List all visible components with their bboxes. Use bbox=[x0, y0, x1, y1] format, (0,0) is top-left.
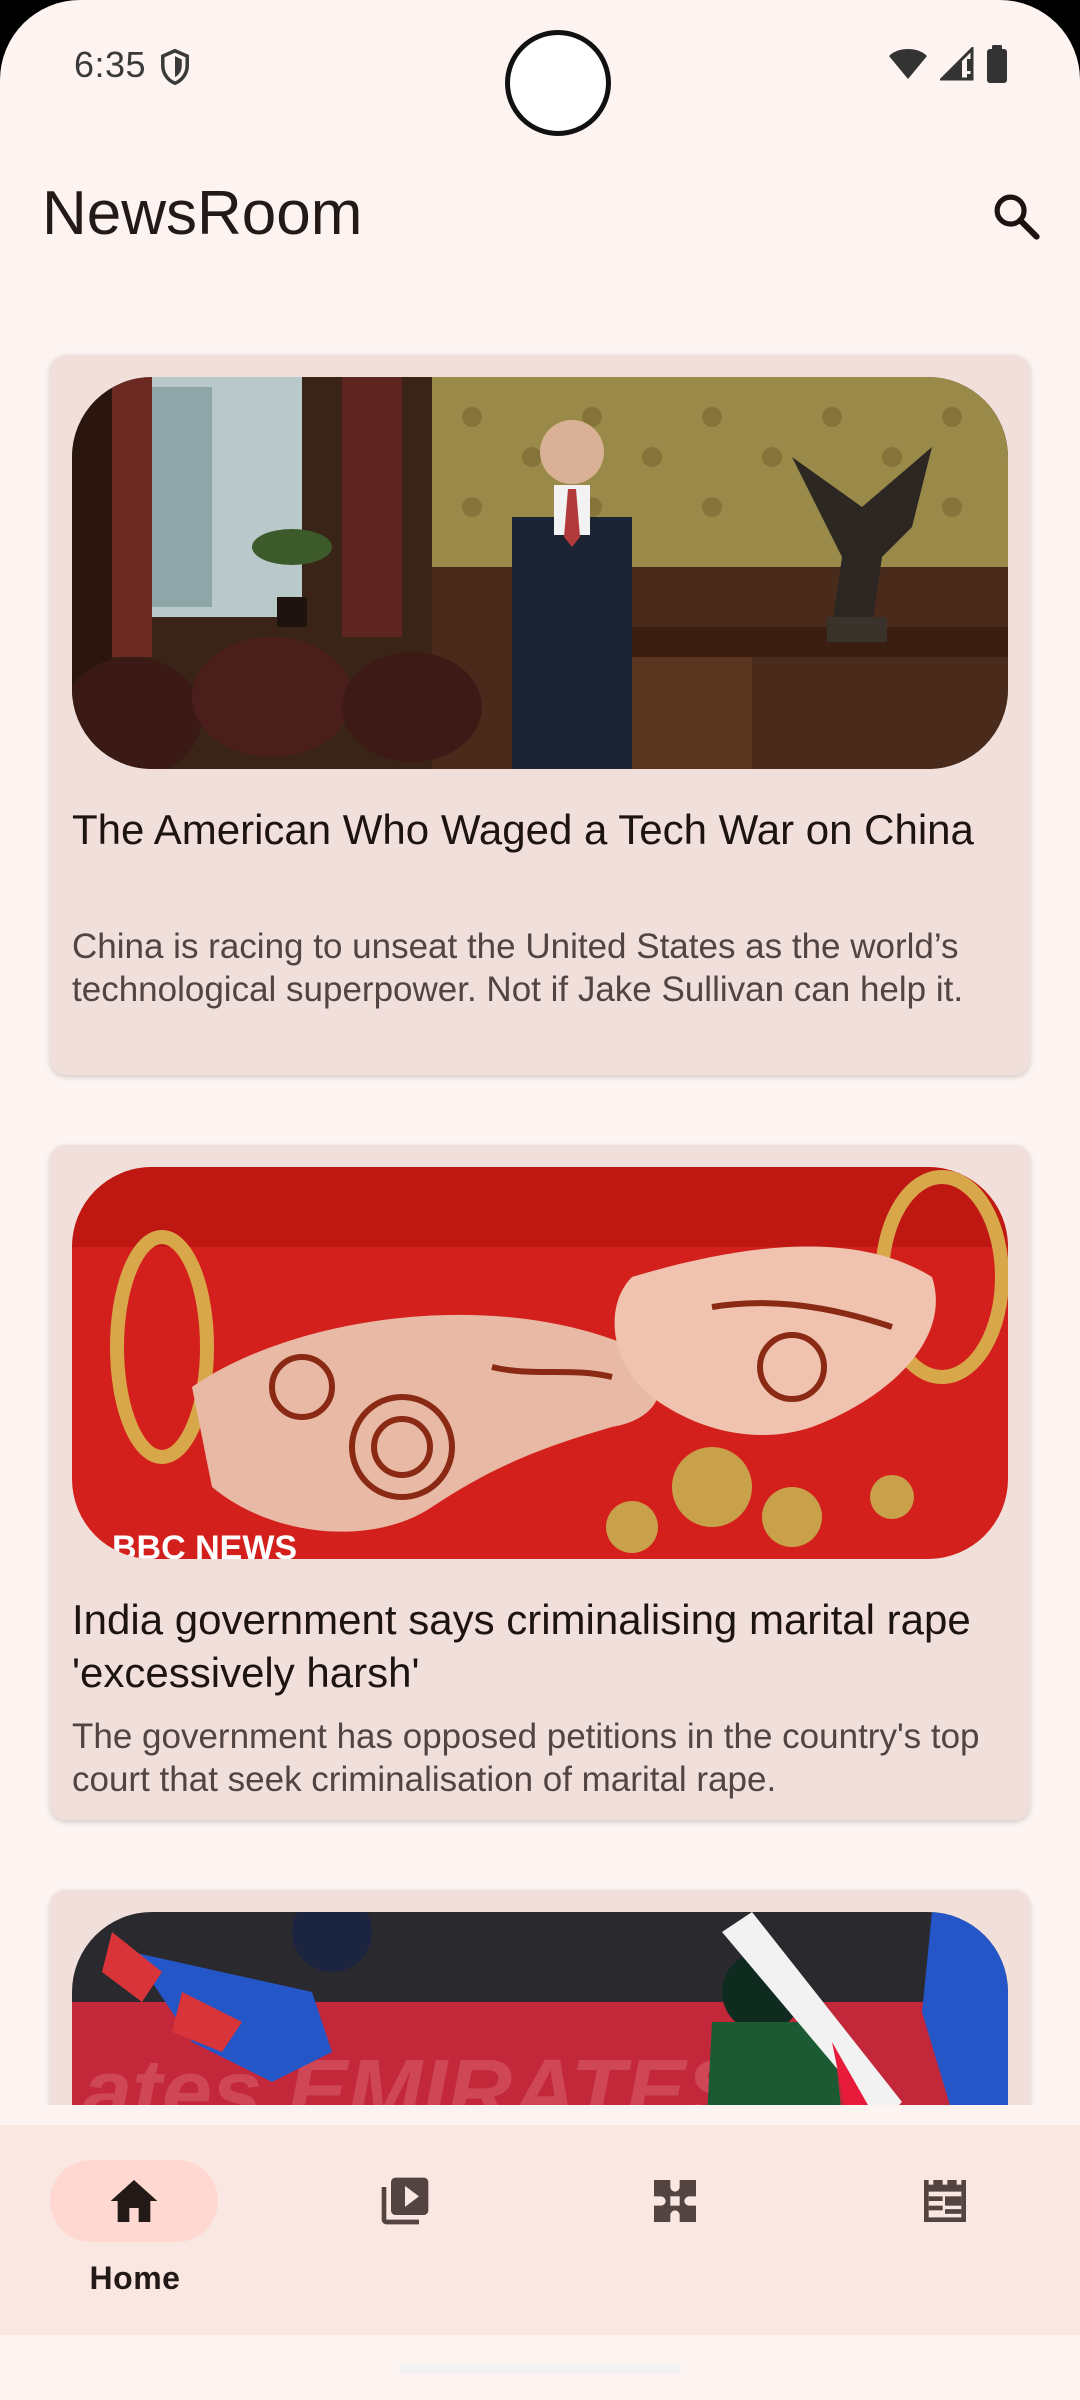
nav-home[interactable]: Home bbox=[0, 2125, 270, 2335]
gesture-handle[interactable] bbox=[398, 2364, 682, 2374]
article-card[interactable]: BBC NEWS India government says criminali… bbox=[50, 1145, 1030, 1820]
shield-icon bbox=[161, 48, 189, 86]
nav-games[interactable] bbox=[540, 2125, 810, 2335]
nav-videos[interactable] bbox=[270, 2125, 540, 2335]
front-camera bbox=[505, 30, 611, 136]
cellular-signal-icon bbox=[940, 47, 974, 81]
status-bar: 6:35 bbox=[0, 0, 1080, 136]
article-description: The government has opposed petitions in … bbox=[72, 1717, 980, 1799]
svg-text:ates EMIRATES: ates EMIRATES bbox=[82, 2042, 746, 2105]
app-title: NewsRoom bbox=[42, 179, 363, 248]
article-image bbox=[72, 377, 1008, 769]
app-screen: 6:35 NewsRoom The American Who Waged a T… bbox=[0, 0, 1080, 2400]
puzzle-icon bbox=[654, 2180, 696, 2222]
status-icons bbox=[888, 44, 1008, 84]
article-description: China is racing to unseat the United Sta… bbox=[72, 927, 964, 1009]
bottom-navigation: Home bbox=[0, 2125, 1080, 2335]
home-icon bbox=[110, 2180, 158, 2222]
battery-icon bbox=[987, 45, 1007, 83]
article-title: India government says criminalising mari… bbox=[72, 1596, 971, 1696]
nav-home-label: Home bbox=[89, 2260, 181, 2296]
image-watermark: BBC NEWS bbox=[112, 1529, 297, 1559]
news-feed[interactable]: The American Who Waged a Tech War on Chi… bbox=[0, 350, 1080, 2105]
video-library-icon bbox=[381, 2177, 429, 2225]
article-image: BBC NEWS bbox=[72, 1167, 1008, 1559]
article-title: The American Who Waged a Tech War on Chi… bbox=[72, 806, 974, 853]
search-button[interactable] bbox=[980, 180, 1052, 252]
search-icon bbox=[994, 194, 1040, 240]
status-time: 6:35 bbox=[74, 44, 147, 85]
wifi-icon bbox=[889, 49, 927, 79]
nav-newspaper[interactable] bbox=[810, 2125, 1080, 2335]
article-card[interactable]: The American Who Waged a Tech War on Chi… bbox=[50, 355, 1030, 1075]
newspaper-icon bbox=[924, 2180, 966, 2222]
article-image: ates EMIRATES bbox=[72, 1912, 1008, 2105]
article-card[interactable]: ates EMIRATES bbox=[50, 1890, 1030, 2105]
